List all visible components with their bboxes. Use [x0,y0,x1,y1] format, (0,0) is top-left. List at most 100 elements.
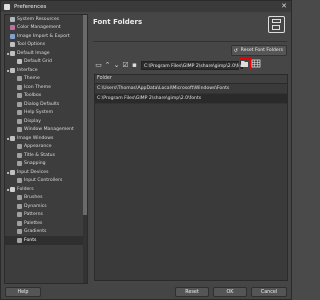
sidebar-item-icon [17,229,22,235]
sidebar-item-icon [17,237,22,243]
sidebar-item[interactable]: Palettes [5,219,87,228]
reset-font-folders-label: Reset Font Folders [240,48,283,53]
sidebar-item-label: Theme [24,76,40,82]
sidebar-item[interactable]: Tool Options [5,41,87,50]
sidebar-item[interactable]: Icon Theme [5,83,87,92]
move-up-icon[interactable]: ⌃ [103,61,112,70]
sidebar-item-label: Fonts [24,237,37,243]
sidebar-item[interactable]: Gradients [5,228,87,237]
sidebar-item[interactable]: Color Management [5,24,87,33]
sidebar-item[interactable]: Brushes [5,194,87,203]
sidebar-item-label: Brushes [24,195,43,201]
sidebar-item[interactable]: ▪ Folders [5,185,87,194]
sidebar-item[interactable]: Snapping [5,160,87,169]
sidebar-item-label: Color Management [17,25,61,31]
sidebar-item[interactable]: Title & Status [5,151,87,160]
sidebar-item[interactable]: Theme [5,75,87,84]
sidebar-item[interactable]: ▪ Default Image [5,49,87,58]
sidebar-item-label: Icon Theme [24,84,51,90]
sidebar-item-icon [10,25,15,31]
folder-page-icon [268,16,285,33]
sidebar-item[interactable]: Appearance [5,143,87,152]
sidebar-item[interactable]: Default Grid [5,58,87,67]
sidebar-item-label: Snapping [24,161,46,167]
help-button[interactable]: Help [5,287,41,297]
spreadsheet-icon[interactable] [251,58,262,70]
sidebar-item-label: Help System [24,110,54,116]
sidebar-item-label: Title & Status [24,152,55,158]
sidebar-item-label: Palettes [24,220,43,226]
sidebar-item-icon [17,101,22,107]
reset-button[interactable]: Reset [175,287,209,297]
sidebar-item-icon [17,212,22,218]
sidebar-item[interactable]: Help System [5,109,87,118]
column-header-folder[interactable]: Folder [95,75,287,84]
sidebar-item[interactable]: ▪ Interface [5,66,87,75]
divider [93,41,287,42]
new-folder-icon[interactable]: ▭ [94,61,103,70]
sidebar-item-icon [10,135,15,141]
sidebar-scrollbar-thumb[interactable] [83,15,87,215]
sidebar-item[interactable]: Display [5,117,87,126]
sidebar-item-icon [10,50,15,56]
sidebar-item-label: Gradients [24,229,47,235]
dialog-footer: Help Reset OK Cancel [1,286,291,299]
delete-icon[interactable]: ▪ [130,61,139,70]
cancel-button[interactable]: Cancel [251,287,287,297]
sidebar-item-label: Dialog Defaults [24,101,60,107]
sidebar-item-label: Default Grid [24,59,52,65]
sidebar-item-icon [17,220,22,226]
title-bar: Preferences ✕ [1,1,291,12]
sidebar-item-icon [10,42,15,48]
sidebar-item[interactable]: Dynamics [5,202,87,211]
table-row[interactable]: C:\Users\Thomas\AppData\Local\Microsoft\… [95,84,287,94]
preferences-sidebar: System Resources Color Management Image Im… [4,14,88,284]
folders-table: Folder C:\Users\Thomas\AppData\Local\Mic… [94,74,288,281]
table-row-selected[interactable]: C:\Program Files\GIMP 2\share\gimp\2.0\f… [95,94,287,104]
page-title: Font Folders [93,18,143,26]
close-icon[interactable]: ✕ [281,2,287,10]
sidebar-item-icon [10,67,15,73]
sidebar-item-icon [17,161,22,167]
browse-folder-button-highlighted[interactable] [239,58,251,70]
sidebar-item[interactable]: Patterns [5,211,87,220]
sidebar-item-icon [10,33,15,39]
reset-font-folders-button[interactable]: ↺ Reset Font Folders [230,45,287,56]
sidebar-item-icon [17,59,22,65]
sidebar-item-icon [17,118,22,124]
move-down-icon[interactable]: ⌄ [112,61,121,70]
sidebar-item-label: Folders [17,186,34,192]
sidebar-item[interactable]: Toolbox [5,92,87,101]
preferences-window: Preferences ✕ System Resources Color Mana… [0,0,292,300]
sidebar-scrollbar[interactable] [83,15,87,283]
sidebar-item-label: Display [24,118,41,124]
sidebar-item[interactable]: Window Management [5,126,87,135]
sidebar-item[interactable]: ▪ Input Devices [5,168,87,177]
sidebar-item-icon [17,110,22,116]
sidebar-item-label: Tool Options [17,42,46,48]
sidebar-item-icon [17,152,22,158]
reset-icon: ↺ [233,48,238,54]
writable-checkbox[interactable]: ☑ [121,61,130,70]
sidebar-item-icon [17,84,22,90]
sidebar-item-icon [10,16,15,22]
sidebar-item-label: Input Controllers [24,178,63,184]
app-icon [4,3,10,10]
sidebar-item-icon [17,178,22,184]
sidebar-item[interactable]: Image Import & Export [5,32,87,41]
folder-path-input[interactable]: C:\Program Files\GIMP 2\share\gimp\2.0\f… [141,60,243,70]
sidebar-item-label: Toolbox [24,93,42,99]
sidebar-item-icon [17,144,22,150]
sidebar-item-label: Default Image [17,50,50,56]
sidebar-item[interactable]: Input Controllers [5,177,87,186]
window-title: Preferences [14,3,47,10]
sidebar-item[interactable]: Dialog Defaults [5,100,87,109]
sidebar-item-label: Dynamics [24,203,47,209]
sidebar-item-icon [17,203,22,209]
sidebar-item[interactable]: ▪ Image Windows [5,134,87,143]
font-folders-panel: Font Folders ↺ Reset Font Folders ▭ ⌃ ⌄ … [91,14,289,284]
ok-button[interactable]: OK [213,287,247,297]
sidebar-item[interactable]: System Resources [5,15,87,24]
sidebar-item-label: Interface [17,67,38,73]
sidebar-item[interactable]: Fonts [5,236,87,245]
